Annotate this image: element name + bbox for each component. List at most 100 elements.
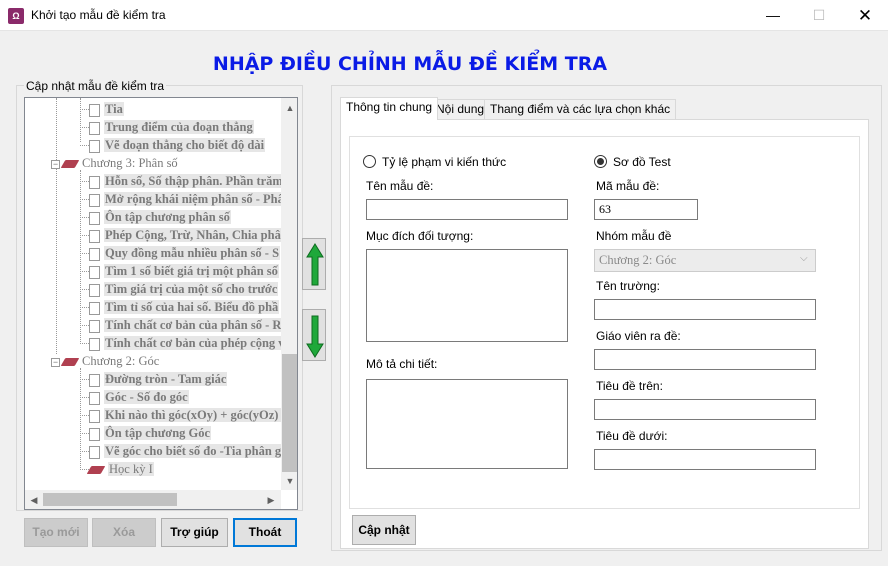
tab-content[interactable]: Nội dung <box>430 99 491 119</box>
document-icon <box>89 139 100 153</box>
tree-connector <box>80 271 89 272</box>
tree-item-label: Vẽ đoạn thẳng cho biết độ dài <box>104 138 266 152</box>
document-icon <box>89 103 100 117</box>
collapse-icon[interactable]: − <box>51 357 60 367</box>
scroll-right-icon[interactable]: ▶ <box>263 492 279 508</box>
chevron-down-icon[interactable]: ⌵ <box>800 253 808 264</box>
top-title-input[interactable] <box>594 399 816 420</box>
document-icon <box>89 337 100 351</box>
tab-general-info[interactable]: Thông tin chung <box>340 97 439 120</box>
tree-item-label: Tính chất cơ bản của phân số - Rú <box>104 318 281 332</box>
bottom-title-input[interactable] <box>594 449 816 470</box>
document-icon <box>89 211 100 225</box>
tree-term-item[interactable]: Học kỳ I <box>86 460 154 478</box>
vertical-scroll-thumb[interactable] <box>282 354 297 472</box>
document-icon <box>89 391 100 405</box>
template-tree[interactable]: Tia Trung điểm của đoạn thẳng Vẽ đoạn thẳn… <box>24 97 298 510</box>
tree-item-label: Chương 3: Phân số <box>82 156 178 170</box>
page-title: NHẬP ĐIỀU CHỈNH MẪU ĐỀ KIỂM TRA <box>212 53 608 75</box>
tree-connector <box>80 253 89 254</box>
document-icon <box>89 175 100 189</box>
new-button[interactable]: Tạo mới <box>24 518 88 547</box>
tree-item-label: Trung điểm của đoạn thẳng <box>104 120 254 134</box>
document-icon <box>89 121 100 135</box>
tree-lesson-item[interactable]: Phép Cộng, Trừ, Nhân, Chia phâ <box>89 226 281 244</box>
school-input[interactable] <box>594 299 816 320</box>
delete-button[interactable]: Xóa <box>92 518 156 547</box>
template-name-label: Tên mẫu đề: <box>366 179 434 193</box>
teacher-input[interactable] <box>594 349 816 370</box>
tree-lesson-item[interactable]: Quy đồng mẫu nhiều phân số - S <box>89 244 281 262</box>
tree-lesson-item[interactable]: Vẽ đoạn thẳng cho biết độ dài <box>89 136 266 154</box>
tree-item-label: Phép Cộng, Trừ, Nhân, Chia phâ <box>104 228 281 242</box>
collapse-icon[interactable]: − <box>51 159 60 169</box>
tree-connector <box>80 325 89 326</box>
purpose-textarea[interactable] <box>366 249 568 342</box>
tree-lesson-item[interactable]: Tìm giá trị của một số cho trước <box>89 280 279 298</box>
tree-lesson-item[interactable]: Tính chất cơ bản của phân số - Rú <box>89 316 281 334</box>
tree-lesson-item[interactable]: Tìm 1 số biết giá trị một phân số <box>89 262 279 280</box>
tree-chapter-item[interactable]: − Chương 3: Phân số <box>51 154 178 172</box>
update-button[interactable]: Cập nhật <box>352 515 416 545</box>
teacher-label: Giáo viên ra đề: <box>596 329 681 343</box>
scroll-left-icon[interactable]: ◀ <box>26 492 42 508</box>
tab-scores-options[interactable]: Thang điểm và các lựa chọn khác <box>484 99 677 119</box>
document-icon <box>89 265 100 279</box>
tree-item-label: Tìm tỉ số của hai số. Biểu đồ phầ <box>104 300 280 314</box>
tree-lesson-item[interactable]: Khi nào thì góc(xOy) + góc(yOz) = <box>89 406 281 424</box>
maximize-button[interactable]: ☐ <box>796 0 842 31</box>
scroll-up-icon[interactable]: ▲ <box>282 100 297 116</box>
tree-item-label: Tính chất cơ bản của phép cộng v <box>104 336 281 350</box>
purpose-label: Mục đích đối tượng: <box>366 229 474 243</box>
tree-connector <box>80 307 89 308</box>
document-icon <box>89 319 100 333</box>
document-icon <box>89 301 100 315</box>
green-down-arrow-icon <box>306 315 324 358</box>
move-down-button[interactable] <box>302 309 326 361</box>
tree-lesson-item[interactable]: Ôn tập chương phân số <box>89 208 231 226</box>
tree-lesson-item[interactable]: Đường tròn - Tam giác <box>89 370 228 388</box>
tree-connector <box>80 127 89 128</box>
tree-connector <box>80 415 89 416</box>
move-up-button[interactable] <box>302 238 326 290</box>
test-map-radio[interactable] <box>594 155 607 168</box>
template-code-input[interactable]: 63 <box>594 199 698 220</box>
tree-lesson-item[interactable]: Tính chất cơ bản của phép cộng v <box>89 334 281 352</box>
template-name-input[interactable] <box>366 199 568 220</box>
minimize-button[interactable]: — <box>750 0 796 31</box>
tree-connector <box>80 181 89 182</box>
tree-lesson-item[interactable]: Hỗn số, Số thập phân. Phần trăm <box>89 172 281 190</box>
help-button[interactable]: Trợ giúp <box>161 518 228 547</box>
tree-lesson-item[interactable]: Mở rộng khái niệm phân số - Phâ <box>89 190 281 208</box>
tree-lesson-item[interactable]: Tia <box>89 100 124 118</box>
tree-lesson-item[interactable]: Vẽ góc cho biết số đo -Tia phân gi <box>89 442 281 460</box>
scroll-down-icon[interactable]: ▼ <box>282 473 297 489</box>
tree-connector <box>80 98 81 142</box>
scope-radio-label[interactable]: Tỷ lệ phạm vi kiến thức <box>382 155 506 169</box>
document-icon <box>89 283 100 297</box>
group-select[interactable]: Chương 2: Góc <box>594 249 816 272</box>
exit-button[interactable]: Thoát <box>233 518 297 547</box>
tree-lesson-item[interactable]: Trung điểm của đoạn thẳng <box>89 118 254 136</box>
document-icon <box>89 445 100 459</box>
tree-connector <box>80 199 89 200</box>
tree-lesson-item[interactable]: Góc - Số đo góc <box>89 388 189 406</box>
document-icon <box>89 229 100 243</box>
description-textarea[interactable] <box>366 379 568 469</box>
green-up-arrow-icon <box>306 243 324 286</box>
tree-connector <box>80 145 89 146</box>
horizontal-scroll-thumb[interactable] <box>43 493 177 506</box>
app-icon: Ω <box>8 8 24 24</box>
tree-item-label: Mở rộng khái niệm phân số - Phâ <box>104 192 281 206</box>
chapter-book-icon <box>60 358 80 367</box>
tree-connector <box>80 379 89 380</box>
document-icon <box>89 193 100 207</box>
close-button[interactable]: ✕ <box>842 0 888 31</box>
tree-chapter-item[interactable]: − Chương 2: Góc <box>51 352 159 370</box>
tree-lesson-item[interactable]: Tìm tỉ số của hai số. Biểu đồ phầ <box>89 298 280 316</box>
test-map-radio-label[interactable]: Sơ đồ Test <box>613 155 671 169</box>
tree-lesson-item[interactable]: Ôn tập chương Góc <box>89 424 212 442</box>
tree-connector <box>80 235 89 236</box>
scope-radio[interactable] <box>363 155 376 168</box>
tree-item-label: Góc - Số đo góc <box>104 390 189 404</box>
